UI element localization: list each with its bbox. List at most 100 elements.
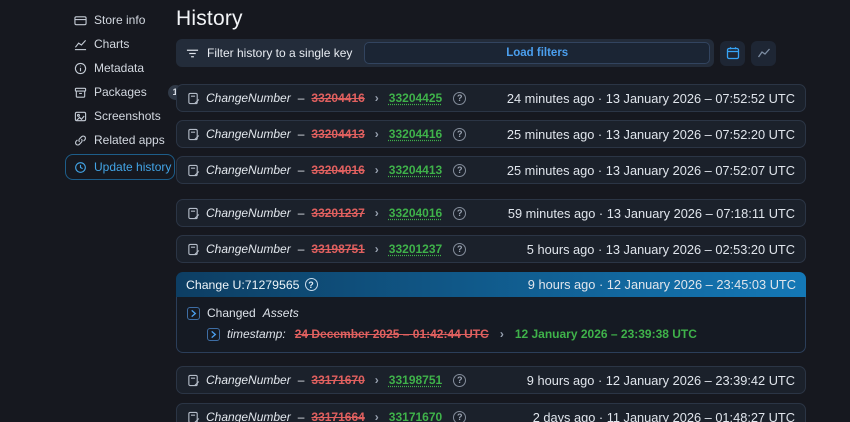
history-row[interactable]: ChangeNumber – 33171670 › 33198751 ? 9 ho…	[176, 366, 806, 394]
row-change: ChangeNumber – 33198751 › 33201237 ?	[187, 242, 466, 256]
row-key: ChangeNumber	[206, 410, 291, 422]
dash-separator: –	[298, 410, 305, 422]
history-row[interactable]: ChangeNumber – 33171664 › 33171670 ? 2 da…	[176, 403, 806, 422]
sidebar-item-label: Metadata	[94, 61, 144, 75]
load-filters-button[interactable]: Load filters	[364, 42, 710, 64]
sidebar-item-packages[interactable]: Packages 1	[65, 80, 175, 104]
new-value-link[interactable]: 33171670	[389, 410, 442, 422]
help-icon[interactable]: ?	[453, 374, 466, 387]
row-change: ChangeNumber – 33204016 › 33204413 ?	[187, 163, 466, 177]
sidebar: Store info Charts Metadata Packages 1 Sc…	[65, 8, 175, 180]
new-value-link[interactable]: 33204425	[389, 91, 442, 105]
expand-icon[interactable]	[187, 307, 200, 320]
row-key: ChangeNumber	[206, 242, 291, 256]
chart-view-button[interactable]	[751, 41, 776, 66]
sidebar-item-update-history[interactable]: Update history	[65, 154, 175, 180]
chart-line-icon	[74, 38, 87, 51]
new-value-link[interactable]: 33204016	[389, 206, 442, 220]
changelog-icon	[187, 411, 200, 422]
change-timestamp: 9 hours ago · 12 January 2026 – 23:45:03…	[528, 277, 796, 292]
help-icon[interactable]: ?	[453, 243, 466, 256]
row-key: ChangeNumber	[206, 373, 291, 387]
field-name: timestamp:	[227, 327, 286, 341]
row-key: ChangeNumber	[206, 91, 291, 105]
old-value: 33204016	[311, 163, 364, 177]
arrow-separator: ›	[375, 242, 379, 256]
old-value: 33171670	[311, 373, 364, 387]
old-value: 33204413	[311, 127, 364, 141]
changelog-icon	[187, 92, 200, 105]
help-icon[interactable]: ?	[453, 411, 466, 422]
changelog-icon	[187, 374, 200, 387]
help-icon[interactable]: ?	[453, 207, 466, 220]
history-toolbar: Filter history to a single key Load filt…	[176, 39, 806, 67]
new-value: 12 January 2026 – 23:39:38 UTC	[515, 327, 697, 341]
history-clock-icon	[74, 161, 87, 174]
arrow-separator: ›	[500, 327, 504, 341]
dash-separator: –	[298, 242, 305, 256]
row-timestamp: 25 minutes ago · 13 January 2026 – 07:52…	[507, 127, 795, 142]
row-timestamp: 5 hours ago · 13 January 2026 – 02:53:20…	[527, 242, 795, 257]
history-row[interactable]: ChangeNumber – 33204416 › 33204425 ? 24 m…	[176, 84, 806, 112]
change-header[interactable]: Change U:71279565 ? 9 hours ago · 12 Jan…	[176, 272, 806, 297]
package-box-icon	[74, 86, 87, 99]
dash-separator: –	[298, 91, 305, 105]
changelog-icon	[187, 243, 200, 256]
main-content: History Filter history to a single key L…	[176, 0, 806, 422]
row-change: ChangeNumber – 33171670 › 33198751 ?	[187, 373, 466, 387]
history-row[interactable]: ChangeNumber – 33201237 › 33204016 ? 59 m…	[176, 199, 806, 227]
changed-entity: Assets	[263, 306, 299, 320]
calendar-button[interactable]	[720, 41, 745, 66]
help-icon[interactable]: ?	[453, 164, 466, 177]
change-body: Changed Assets timestamp: 24 December 20…	[176, 297, 806, 353]
new-value-link[interactable]: 33201237	[389, 242, 442, 256]
dash-separator: –	[298, 373, 305, 387]
row-timestamp: 9 hours ago · 12 January 2026 – 23:39:42…	[527, 373, 795, 388]
arrow-separator: ›	[375, 163, 379, 177]
history-row[interactable]: ChangeNumber – 33204016 › 33204413 ? 25 m…	[176, 156, 806, 184]
new-value-link[interactable]: 33204416	[389, 127, 442, 141]
sidebar-item-label: Update history	[94, 160, 171, 174]
expand-icon[interactable]	[207, 328, 220, 341]
help-icon[interactable]: ?	[453, 128, 466, 141]
arrow-separator: ›	[375, 91, 379, 105]
help-icon[interactable]: ?	[305, 278, 318, 291]
filter-bar: Filter history to a single key Load filt…	[176, 39, 714, 67]
arrow-separator: ›	[375, 373, 379, 387]
changed-field-line: timestamp: 24 December 2025 – 01:42:44 U…	[207, 327, 795, 341]
row-timestamp: 25 minutes ago · 13 January 2026 – 07:52…	[507, 163, 795, 178]
new-value-link[interactable]: 33204413	[389, 163, 442, 177]
changelog-icon	[187, 128, 200, 141]
arrow-separator: ›	[375, 127, 379, 141]
sidebar-item-related-apps[interactable]: Related apps	[65, 128, 175, 152]
sidebar-item-label: Screenshots	[94, 109, 161, 123]
old-value: 33204416	[311, 91, 364, 105]
old-value: 24 December 2025 – 01:42:44 UTC	[295, 327, 489, 341]
new-value-link[interactable]: 33198751	[389, 373, 442, 387]
dash-separator: –	[298, 163, 305, 177]
old-value: 33171664	[311, 410, 364, 422]
arrow-separator: ›	[375, 206, 379, 220]
row-key: ChangeNumber	[206, 206, 291, 220]
row-timestamp: 24 minutes ago · 13 January 2026 – 07:52…	[507, 91, 795, 106]
row-change: ChangeNumber – 33204413 › 33204416 ?	[187, 127, 466, 141]
history-row[interactable]: ChangeNumber – 33204413 › 33204416 ? 25 m…	[176, 120, 806, 148]
row-change: ChangeNumber – 33201237 › 33204016 ?	[187, 206, 466, 220]
chart-line-icon	[757, 46, 771, 60]
image-icon	[74, 110, 87, 123]
sidebar-item-metadata[interactable]: Metadata	[65, 56, 175, 80]
row-change: ChangeNumber – 33171664 › 33171670 ?	[187, 410, 466, 422]
help-icon[interactable]: ?	[453, 92, 466, 105]
row-key: ChangeNumber	[206, 127, 291, 141]
history-row[interactable]: ChangeNumber – 33198751 › 33201237 ? 5 ho…	[176, 235, 806, 263]
changelog-icon	[187, 164, 200, 177]
sidebar-item-charts[interactable]: Charts	[65, 32, 175, 56]
sidebar-item-screenshots[interactable]: Screenshots	[65, 104, 175, 128]
arrow-separator: ›	[375, 410, 379, 422]
change-title: Change U:71279565	[186, 278, 300, 292]
sidebar-item-store-info[interactable]: Store info	[65, 8, 175, 32]
filter-icon	[186, 47, 199, 60]
row-timestamp: 59 minutes ago · 13 January 2026 – 07:18…	[508, 206, 795, 221]
changelog-icon	[187, 207, 200, 220]
store-card-icon	[74, 14, 87, 27]
